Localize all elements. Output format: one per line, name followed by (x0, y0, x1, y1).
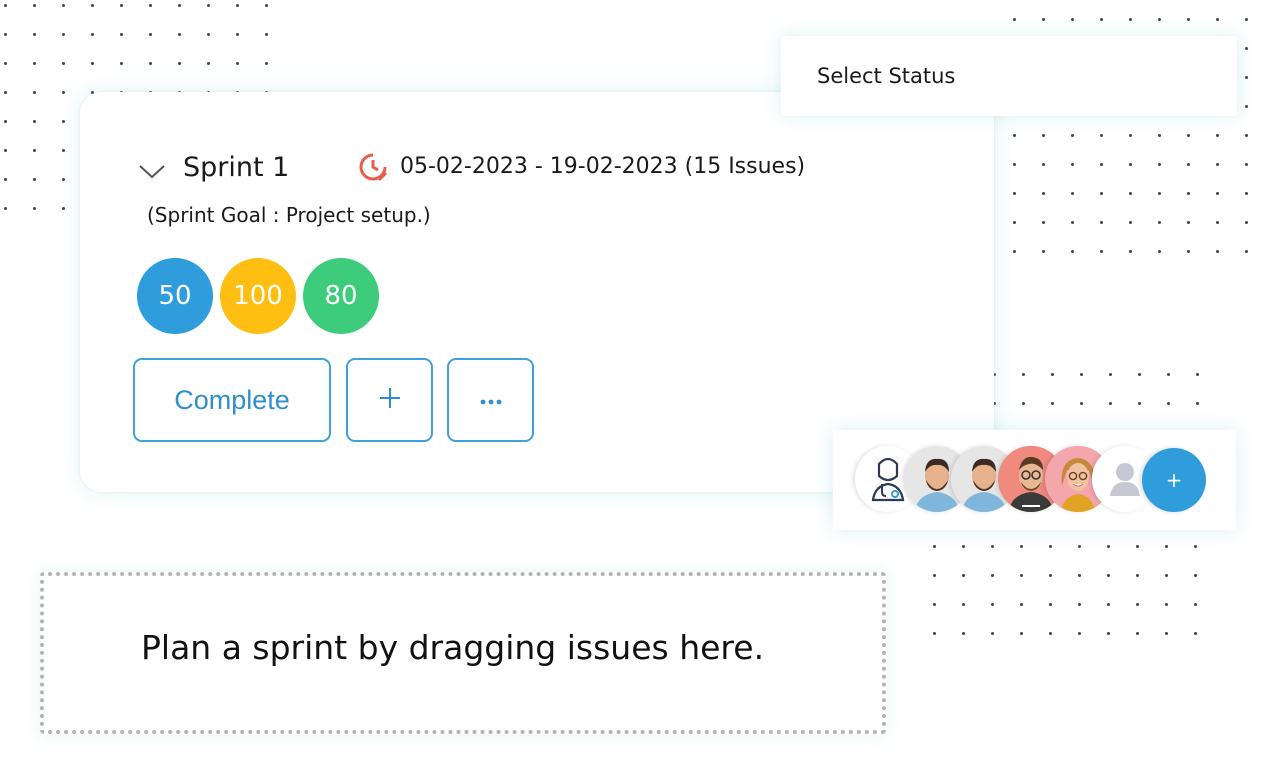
story-points-badge: 100 (220, 258, 296, 334)
sprint-title: Sprint 1 (183, 152, 290, 183)
add-member-button[interactable]: + (1142, 448, 1206, 512)
chevron-down-icon[interactable] (138, 160, 166, 182)
status-select[interactable]: Select Status (781, 36, 1237, 116)
more-options-button[interactable] (447, 358, 534, 442)
sprint-date-range: 05-02-2023 - 19-02-2023 (15 Issues) (400, 154, 806, 179)
status-select-placeholder: Select Status (817, 64, 956, 88)
story-points-badge: 80 (303, 258, 379, 334)
dot-grid-mid-right (990, 370, 1205, 430)
add-issue-button[interactable] (346, 358, 433, 442)
dot-grid-bottom-right (930, 542, 1205, 642)
sprint-goal: (Sprint Goal : Project setup.) (147, 203, 431, 227)
ellipsis-icon (478, 391, 504, 410)
story-points-badge: 50 (137, 258, 213, 334)
complete-sprint-button[interactable]: Complete (133, 358, 331, 442)
plus-icon: + (1165, 468, 1183, 492)
clock-icon (358, 152, 388, 182)
dropzone-message: Plan a sprint by dragging issues here. (141, 628, 765, 667)
plus-icon (377, 385, 403, 415)
